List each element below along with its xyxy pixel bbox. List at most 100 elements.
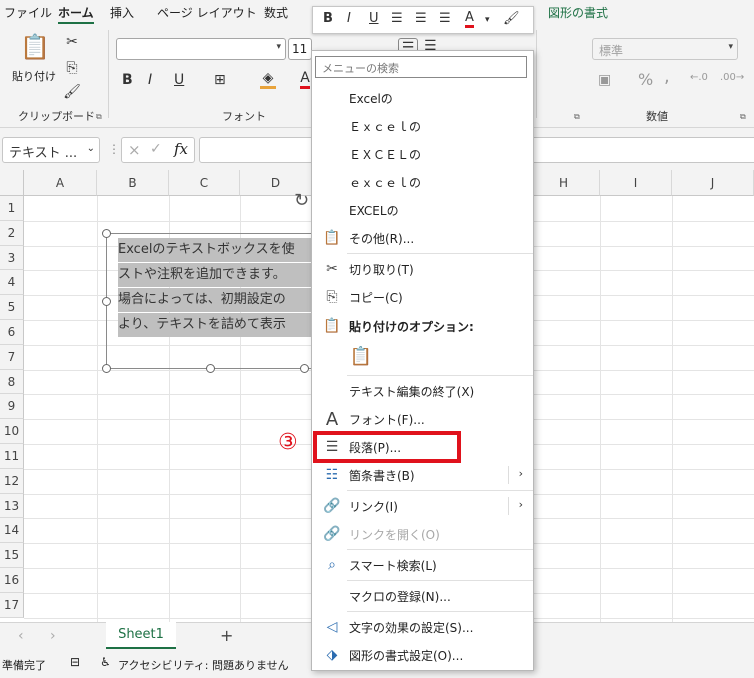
name-box[interactable]: テキスト ... ⌄: [2, 137, 100, 163]
menu-search-input[interactable]: メニューの検索: [315, 56, 527, 78]
mini-font-color-button[interactable]: A: [465, 11, 474, 28]
format-painter-icon[interactable]: 🖌: [62, 82, 82, 102]
menu-item-excel-2[interactable]: Ｅｘｃｅｌの: [312, 113, 533, 139]
row-header[interactable]: 13: [0, 493, 24, 519]
copy-icon: ⎘: [326, 289, 338, 305]
row-header[interactable]: 2: [0, 220, 24, 246]
comma-button[interactable]: ,: [664, 66, 670, 87]
row-header[interactable]: 4: [0, 270, 24, 296]
menu-item-font[interactable]: A フォント(F)...: [312, 406, 533, 432]
percent-button[interactable]: %: [638, 70, 653, 89]
row-header[interactable]: 10: [0, 419, 24, 444]
menu-item-smart-lookup[interactable]: ⌕ スマート検索(L): [312, 552, 533, 578]
menu-item-bullets[interactable]: ☷ 箇条書き(B) ›: [312, 462, 533, 488]
increase-decimal-icon[interactable]: ←.0: [690, 72, 708, 83]
underline-button[interactable]: U: [174, 72, 184, 88]
resize-handle[interactable]: [102, 229, 111, 238]
enter-icon[interactable]: ✓: [150, 141, 162, 157]
tab-shape-format[interactable]: 図形の書式: [548, 4, 608, 21]
decrease-decimal-icon[interactable]: .00→: [720, 72, 744, 83]
menu-item-assign-macro[interactable]: マクロの登録(N)...: [312, 583, 533, 609]
menu-item-more[interactable]: 📋 その他(R)...: [312, 225, 533, 251]
clipboard-launcher-icon[interactable]: ⧉: [96, 112, 102, 122]
mini-underline-button[interactable]: U: [369, 11, 379, 26]
menu-item-label: 箇条書き(B): [349, 469, 415, 483]
menu-item-format-shape[interactable]: ⬗ 図形の書式設定(O)...: [312, 642, 533, 668]
textbox-line: ストや注釈を追加できます。: [118, 263, 316, 287]
tab-page-layout[interactable]: ページ レイアウト: [157, 4, 257, 21]
column-header[interactable]: B: [97, 170, 169, 196]
row-header[interactable]: 17: [0, 592, 24, 618]
cancel-icon[interactable]: ×: [128, 141, 141, 159]
prev-sheet-icon[interactable]: ‹: [18, 628, 24, 644]
menu-item-exit-edit[interactable]: テキスト編集の終了(X): [312, 378, 533, 404]
paste-icon[interactable]: 📋: [20, 32, 50, 62]
tab-home[interactable]: ホーム: [58, 4, 94, 24]
insert-function-button[interactable]: fx: [174, 140, 188, 158]
add-sheet-icon[interactable]: +: [220, 626, 233, 645]
row-header[interactable]: 8: [0, 369, 24, 395]
row-header[interactable]: 11: [0, 444, 24, 469]
chevron-down-icon[interactable]: ▾: [485, 15, 490, 25]
resize-handle[interactable]: [102, 364, 111, 373]
menu-item-excel-3[interactable]: ＥＸＣＥＬの: [312, 141, 533, 167]
row-header[interactable]: 3: [0, 245, 24, 271]
menu-item-text-effects[interactable]: ◁ 文字の効果の設定(S)...: [312, 614, 533, 640]
mini-bold-button[interactable]: B: [323, 11, 333, 26]
copy-icon[interactable]: ⎘: [62, 58, 82, 78]
row-header[interactable]: 7: [0, 344, 24, 370]
column-header[interactable]: I: [600, 170, 672, 196]
menu-item-copy[interactable]: ⎘ コピー(C): [312, 284, 533, 310]
column-header[interactable]: C: [169, 170, 240, 196]
mini-format-painter-icon[interactable]: 🖌: [503, 11, 520, 26]
font-name-combo[interactable]: ▾: [116, 38, 286, 60]
alignment-launcher-icon[interactable]: ⧉: [574, 112, 580, 122]
fill-color-icon[interactable]: ◈: [260, 70, 276, 89]
menu-item-cut[interactable]: ✂ 切り取り(T): [312, 256, 533, 282]
font-color-icon[interactable]: A: [300, 70, 310, 89]
mini-align-center-icon[interactable]: ☰: [415, 11, 427, 26]
row-header[interactable]: 5: [0, 295, 24, 320]
row-header[interactable]: 15: [0, 543, 24, 568]
column-header[interactable]: H: [528, 170, 600, 196]
number-format-combo[interactable]: 標準 ▾: [592, 38, 738, 60]
menu-item-excel-5[interactable]: EXCELの: [312, 197, 533, 223]
cut-icon[interactable]: ✂: [62, 32, 82, 52]
menu-item-link[interactable]: 🔗 リンク(I) ›: [312, 493, 533, 519]
mini-italic-button[interactable]: I: [347, 11, 351, 26]
resize-handle[interactable]: [300, 364, 309, 373]
font-size-combo[interactable]: 11: [288, 38, 312, 60]
number-launcher-icon[interactable]: ⧉: [740, 112, 746, 122]
row-header[interactable]: 9: [0, 394, 24, 420]
select-all-corner[interactable]: [0, 170, 24, 196]
tab-insert[interactable]: 挿入: [110, 4, 134, 21]
accessibility-status[interactable]: アクセシビリティ: 問題ありません: [118, 657, 289, 673]
accessibility-icon[interactable]: ♿: [100, 655, 111, 669]
mini-align-left-icon[interactable]: ☰: [391, 11, 403, 26]
resize-handle[interactable]: [206, 364, 215, 373]
macro-record-icon[interactable]: ⊟: [70, 655, 80, 669]
next-sheet-icon[interactable]: ›: [50, 628, 56, 644]
drag-handle-icon[interactable]: ⋮: [108, 142, 120, 156]
row-header[interactable]: 1: [0, 196, 24, 221]
rotate-handle-icon[interactable]: ↻: [294, 190, 309, 211]
resize-handle[interactable]: [102, 297, 111, 306]
bold-button[interactable]: B: [122, 72, 133, 88]
paste-button-label[interactable]: 貼り付け: [12, 68, 56, 84]
tab-formulas[interactable]: 数式: [264, 4, 288, 21]
row-header[interactable]: 12: [0, 468, 24, 494]
menu-item-excel-4[interactable]: ｅｘｃｅｌの: [312, 169, 533, 195]
column-header[interactable]: A: [24, 170, 97, 196]
column-header[interactable]: J: [672, 170, 754, 196]
row-header[interactable]: 16: [0, 568, 24, 593]
italic-button[interactable]: I: [148, 72, 152, 88]
row-header[interactable]: 6: [0, 320, 24, 345]
border-icon[interactable]: ⊞: [214, 72, 226, 88]
mini-align-right-icon[interactable]: ☰: [439, 11, 451, 26]
tab-file[interactable]: ファイル: [4, 4, 52, 21]
sheet-tab[interactable]: Sheet1: [106, 622, 176, 649]
menu-item-excel-1[interactable]: Excelの: [312, 85, 533, 111]
currency-icon[interactable]: ▣: [598, 72, 611, 88]
row-header[interactable]: 14: [0, 518, 24, 544]
paste-keep-text-icon[interactable]: 📋: [348, 343, 374, 369]
